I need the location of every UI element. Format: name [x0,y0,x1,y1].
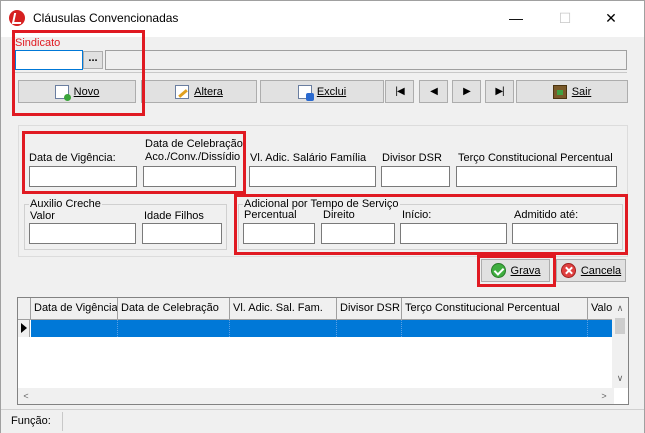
idade-filhos-input[interactable] [142,223,222,244]
col-terco-constitucional[interactable]: Terço Constitucional Percentual [402,298,588,319]
highlight-box-grava [477,255,556,287]
table-cell[interactable] [337,320,402,337]
vl-adic-salario-familia-label: Vl. Adic. Salário Família [250,152,367,164]
scroll-right-icon[interactable]: > [596,388,612,404]
horizontal-scrollbar[interactable]: < > [18,388,614,404]
idade-filhos-label: Idade Filhos [144,210,204,222]
funcao-label: Função: [11,415,51,427]
last-record-icon: ▶| [495,86,504,97]
grid-header: Data de Vigência Data de Celebração Vl. … [18,298,614,320]
auxilio-valor-label: Valor [30,210,55,222]
window-title: Cláusulas Convencionadas [33,11,179,25]
terco-constitucional-input[interactable] [456,166,617,187]
col-data-vigencia[interactable]: Data de Vigência [31,298,118,319]
sair-label: Sair [571,85,592,98]
first-record-button[interactable]: |◀ [385,80,414,103]
scroll-up-icon[interactable]: ∧ [612,300,628,316]
cancel-icon [560,263,576,278]
app-logo-icon [9,10,25,26]
delete-icon [297,84,314,101]
terco-constitucional-label: Terço Constitucional Percentual [458,152,613,164]
sair-button[interactable]: Sair [516,80,628,103]
records-grid[interactable]: Data de Vigência Data de Celebração Vl. … [17,297,629,405]
minimize-button[interactable]: — [501,7,531,29]
status-separator [62,412,63,431]
table-cell[interactable] [118,320,230,337]
prev-record-icon: ◀ [430,86,438,97]
table-cell[interactable] [230,320,337,337]
highlight-box-sindicato [12,30,145,116]
col-divisor-dsr[interactable]: Divisor DSR [337,298,402,319]
vertical-scroll-thumb[interactable] [615,318,625,334]
auxilio-creche-caption: Auxilio Creche [29,198,102,210]
maximize-button: ☐ [558,10,572,26]
exclui-button[interactable]: Exclui [260,80,384,103]
col-vl-adic-sal-fam[interactable]: Vl. Adic. Sal. Fam. [230,298,337,319]
table-cell[interactable] [31,320,118,337]
scroll-down-icon[interactable]: ∨ [612,370,628,386]
scroll-left-icon[interactable]: < [18,388,34,404]
auxilio-valor-input[interactable] [29,223,136,244]
col-data-celebracao[interactable]: Data de Celebração [118,298,230,319]
last-record-button[interactable]: ▶| [485,80,514,103]
divisor-dsr-label: Divisor DSR [382,152,442,164]
cancela-button[interactable]: Cancela [556,259,626,282]
highlight-box-dates [22,131,246,194]
status-bar: Função: [1,409,644,433]
next-record-button[interactable]: ▶ [452,80,481,103]
table-cell[interactable] [402,320,588,337]
col-valor[interactable]: Valo [588,298,614,319]
sindicato-description [105,50,627,70]
exclui-label: Exclui [316,85,347,98]
highlight-box-adicional [234,194,628,255]
cancela-label: Cancela [580,264,622,277]
altera-label: Altera [194,85,223,98]
vl-adic-salario-familia-input[interactable] [249,166,376,187]
exit-door-icon [552,84,567,99]
prev-record-button[interactable]: ◀ [419,80,448,103]
close-button[interactable]: ✕ [596,7,626,29]
main-window: Cláusulas Convencionadas — ☐ ✕ Sindicato… [0,0,645,433]
first-record-icon: |◀ [395,86,404,97]
grid-corner [18,298,31,319]
current-row-indicator-icon [18,320,30,337]
next-record-icon: ▶ [463,86,471,97]
table-row[interactable] [31,320,614,337]
divisor-dsr-input[interactable] [381,166,450,187]
edit-icon [175,84,190,99]
vertical-scrollbar[interactable]: ∧ ∨ [612,298,628,388]
altera-button[interactable]: Altera [141,80,257,103]
